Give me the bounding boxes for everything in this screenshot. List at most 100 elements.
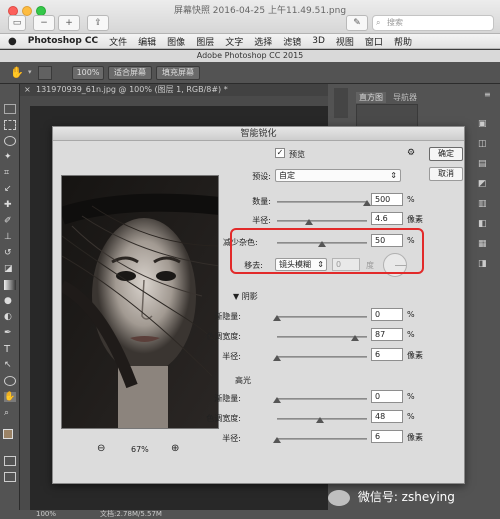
radius-unit: 像素 xyxy=(407,215,423,224)
shadow-fade-unit: % xyxy=(407,310,415,319)
watermark-text: 微信号: zsheying xyxy=(357,490,455,504)
select-arrows-icon: ⇕ xyxy=(390,171,397,180)
gradient-tool-icon[interactable] xyxy=(4,280,16,290)
shadow-tonal-slider-thumb[interactable] xyxy=(351,335,360,341)
dodge-tool-icon[interactable]: ◐ xyxy=(4,312,16,322)
document-tab[interactable]: × 131970939_61n.jpg @ 100% (图层 1, RGB/8#… xyxy=(20,84,328,96)
highlight-tonal-slider-thumb[interactable] xyxy=(316,417,325,423)
menu-type[interactable]: 文字 xyxy=(225,35,243,48)
portrait-photo xyxy=(62,176,218,428)
tab-histogram[interactable]: 直方图 xyxy=(356,92,386,103)
type-tool-icon[interactable]: T xyxy=(4,344,16,355)
amount-field[interactable]: 500 xyxy=(371,193,403,206)
quick-mask-icon[interactable] xyxy=(4,456,16,466)
menu-edit[interactable]: 编辑 xyxy=(138,35,156,48)
shadow-fade-field[interactable]: 0 xyxy=(371,308,403,321)
highlight-radius-label: 半径: xyxy=(222,434,241,443)
radius-slider[interactable] xyxy=(277,220,367,222)
markup-icon[interactable]: ✎ xyxy=(346,15,368,31)
highlight-tonal-unit: % xyxy=(407,412,415,421)
shadow-radius-unit: 像素 xyxy=(407,351,423,360)
blur-tool-icon[interactable]: ● xyxy=(4,296,16,306)
stamp-tool-icon[interactable]: ⊥ xyxy=(4,232,16,242)
highlight-radius-slider-thumb[interactable] xyxy=(273,437,281,443)
zoom-level: 67% xyxy=(131,445,149,454)
menubar: ● Photoshop CC 文件 编辑 图像 图层 文字 选择 滤镜 3D 视… xyxy=(0,34,500,49)
zoom-in-icon[interactable]: ⊕ xyxy=(171,443,179,454)
menu-view[interactable]: 视图 xyxy=(336,35,354,48)
foreground-color-swatch[interactable] xyxy=(3,429,13,439)
highlight-fade-slider[interactable] xyxy=(277,398,367,400)
shadow-fade-slider[interactable] xyxy=(277,316,367,318)
eyedropper-tool-icon[interactable]: ↙ xyxy=(4,184,16,194)
highlight-tonal-field[interactable]: 48 xyxy=(371,410,403,423)
menu-app-name[interactable]: Photoshop CC xyxy=(28,36,98,46)
eraser-tool-icon[interactable]: ◪ xyxy=(4,264,16,274)
amount-slider[interactable] xyxy=(277,201,367,203)
apple-icon[interactable]: ● xyxy=(8,36,17,47)
search-icon: ⌕ xyxy=(376,18,381,27)
shadow-fade-label: 渐隐量: xyxy=(214,312,241,321)
shadow-radius-slider-thumb[interactable] xyxy=(273,355,281,361)
menu-3d[interactable]: 3D xyxy=(312,36,325,46)
scroll-all-checkbox[interactable] xyxy=(38,66,52,80)
highlight-section-label: 高光 xyxy=(235,376,251,385)
share-icon[interactable]: ⇪ xyxy=(87,15,109,31)
highlight-radius-slider[interactable] xyxy=(277,438,367,440)
shadow-fade-slider-thumb[interactable] xyxy=(273,315,281,321)
menu-file[interactable]: 文件 xyxy=(109,35,127,48)
path-select-tool-icon[interactable]: ↖ xyxy=(4,360,16,370)
smart-sharpen-dialog: 智能锐化 ⊖ 67% ⊕ ✓ 预览 ⚙ 确定 取消 预设: 自定 ⇕ 数量: 5… xyxy=(52,126,465,484)
menu-filter[interactable]: 滤镜 xyxy=(283,35,301,48)
preview-checkbox[interactable]: ✓ xyxy=(275,148,285,158)
menu-help[interactable]: 帮助 xyxy=(394,35,412,48)
pen-tool-icon[interactable]: ✒ xyxy=(4,328,16,338)
fit-screen-button[interactable]: 适合屏幕 xyxy=(108,66,152,80)
search-input[interactable]: ⌕ 搜索 xyxy=(372,15,494,31)
hand-tool-icon[interactable]: ✋ xyxy=(10,66,24,79)
move-tool-icon[interactable] xyxy=(4,104,16,114)
shape-tool-icon[interactable] xyxy=(4,376,16,386)
shadow-tonal-field[interactable]: 87 xyxy=(371,328,403,341)
ok-button[interactable]: 确定 xyxy=(429,147,463,161)
shadow-radius-field[interactable]: 6 xyxy=(371,348,403,361)
zoom-out-icon[interactable]: ⊖ xyxy=(97,443,105,454)
panel-icons[interactable]: ▣ ◫ ▤ ◩ ▥ ◧ ▦ ◨ xyxy=(478,114,494,274)
menu-window[interactable]: 窗口 xyxy=(365,35,383,48)
crop-tool-icon[interactable]: ⌗ xyxy=(4,168,16,178)
shadow-radius-slider[interactable] xyxy=(277,356,367,358)
panel-menu-icon[interactable]: ≡ xyxy=(484,90,491,99)
marquee-tool-icon[interactable] xyxy=(4,120,16,130)
tab-navigator[interactable]: 导航器 xyxy=(390,92,420,103)
hand-tool-active-icon[interactable]: ✋ xyxy=(4,392,16,402)
menu-image[interactable]: 图像 xyxy=(167,35,185,48)
zoom-100-button[interactable]: 100% xyxy=(72,66,104,80)
radius-field[interactable]: 4.6 xyxy=(371,212,403,225)
history-brush-tool-icon[interactable]: ↺ xyxy=(4,248,16,258)
highlight-fade-slider-thumb[interactable] xyxy=(273,397,281,403)
zoom-tool-icon[interactable]: ⌕ xyxy=(4,408,16,418)
quick-select-tool-icon[interactable]: ✦ xyxy=(4,152,16,162)
radius-slider-thumb[interactable] xyxy=(304,219,313,225)
menu-layer[interactable]: 图层 xyxy=(196,35,214,48)
brush-tool-icon[interactable]: ✐ xyxy=(4,216,16,226)
zoom-in-icon[interactable]: + xyxy=(58,15,80,31)
screen-mode-icon[interactable] xyxy=(4,472,16,482)
amount-slider-thumb[interactable] xyxy=(363,200,371,206)
highlight-radius-unit: 像素 xyxy=(407,433,423,442)
highlight-fade-field[interactable]: 0 xyxy=(371,390,403,403)
cancel-button[interactable]: 取消 xyxy=(429,167,463,181)
shadow-section-header[interactable]: ▼ 阴影 xyxy=(233,291,258,302)
highlight-radius-field[interactable]: 6 xyxy=(371,430,403,443)
menu-select[interactable]: 选择 xyxy=(254,35,272,48)
fill-screen-button[interactable]: 填充屏幕 xyxy=(156,66,200,80)
zoom-out-icon[interactable]: − xyxy=(33,15,55,31)
preview-image[interactable] xyxy=(61,175,219,429)
close-tab-icon[interactable]: × xyxy=(24,84,31,96)
chevron-down-icon[interactable]: ▾ xyxy=(28,68,32,76)
healing-tool-icon[interactable]: ✚ xyxy=(4,200,16,210)
sidebar-toggle-icon[interactable]: ▭ xyxy=(8,15,26,31)
lasso-tool-icon[interactable] xyxy=(4,136,16,146)
gear-icon[interactable]: ⚙ xyxy=(407,148,415,158)
preset-select[interactable]: 自定 ⇕ xyxy=(275,169,401,182)
